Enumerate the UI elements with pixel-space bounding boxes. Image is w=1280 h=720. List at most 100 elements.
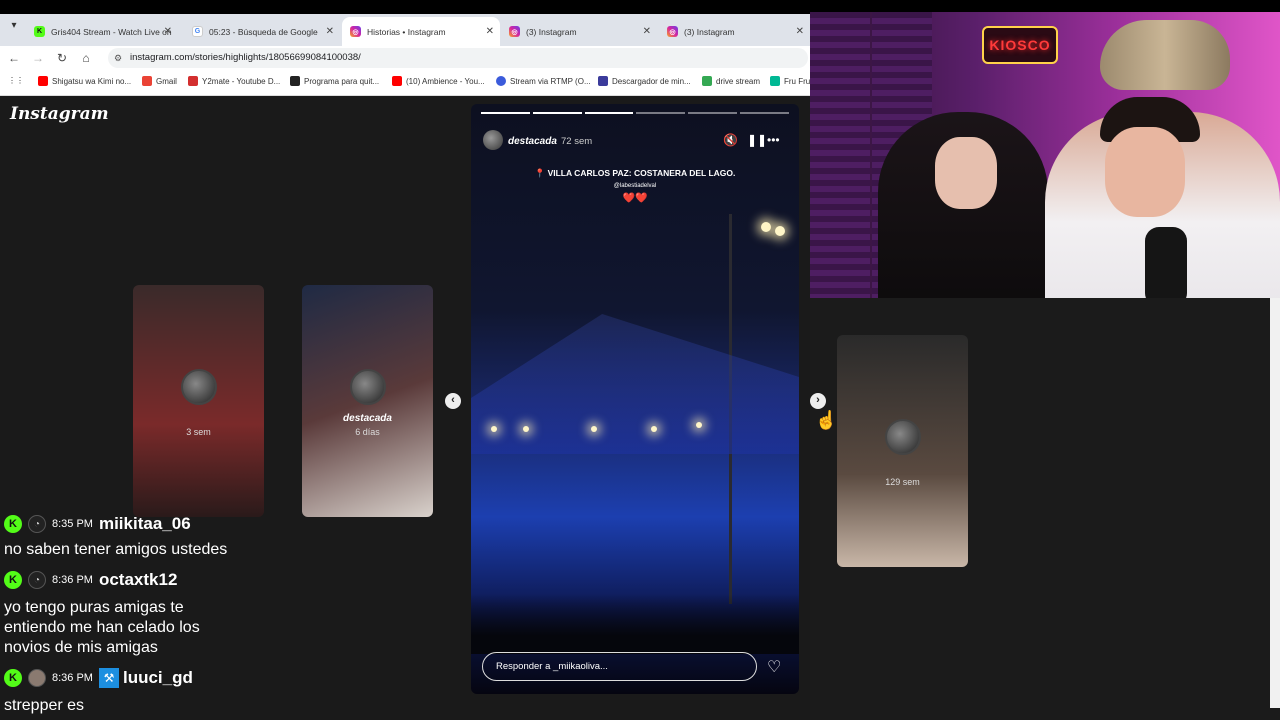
instagram-logo[interactable]: Instagram — [10, 104, 109, 124]
bookmark-shigatsu[interactable]: Shigatsu wa Kimi no... — [38, 76, 131, 86]
pause-icon[interactable]: ❚❚ — [747, 133, 767, 147]
tab-title: (3) Instagram — [526, 26, 577, 37]
more-options-icon[interactable]: ••• — [767, 133, 780, 147]
kick-icon: K — [34, 26, 45, 37]
avatar — [180, 369, 217, 405]
tab-title: Gris404 Stream - Watch Live on — [51, 26, 172, 37]
next-story-button[interactable]: › — [810, 393, 826, 409]
bookmark-gmail[interactable]: Gmail — [142, 76, 177, 86]
story-viewer[interactable]: destacada 72 sem 🔇 ❚❚ ••• 📍 VILLA CARLOS… — [471, 104, 799, 694]
close-icon[interactable]: ✕ — [796, 26, 804, 37]
hearts-sticker: ❤️❤️ — [622, 193, 648, 204]
user-icon: ◔ — [28, 515, 46, 533]
story-username[interactable]: destacada — [508, 136, 557, 147]
bookmark-y2mate[interactable]: Y2mate - Youtube D... — [188, 76, 280, 86]
chat-time: 8:36 PM — [52, 672, 93, 684]
chat-username[interactable]: octaxtk12 — [99, 570, 177, 590]
chat-username[interactable]: miikitaa_06 — [99, 514, 191, 534]
prev-story-button[interactable]: ‹ — [445, 393, 461, 409]
crowd — [471, 594, 799, 654]
tab-title: (3) Instagram — [684, 26, 735, 37]
download-icon — [598, 76, 608, 86]
story-time: 3 sem — [186, 427, 211, 437]
instagram-icon: ◎ — [667, 26, 678, 37]
lamp — [775, 226, 785, 236]
close-icon[interactable]: ✕ — [326, 26, 334, 37]
like-heart-icon[interactable]: ♡ — [767, 657, 781, 677]
neon-sign: KIOSCO — [982, 26, 1058, 64]
location-sticker[interactable]: 📍 VILLA CARLOS PAZ: COSTANERA DEL LAGO. — [471, 168, 799, 179]
side-story-prev-1[interactable]: destacada 6 días — [302, 285, 433, 517]
mute-icon[interactable]: 🔇 — [723, 133, 738, 147]
close-icon[interactable]: ✕ — [486, 26, 494, 37]
story-progress — [481, 112, 789, 114]
chat-text: no saben tener amigos ustedes — [4, 541, 228, 558]
tab-instagram-1[interactable]: ◎ (3) Instagram ✕ — [501, 17, 657, 46]
instagram-icon: ◎ — [350, 26, 361, 37]
story-username: destacada — [343, 413, 392, 424]
bookmark-ambience[interactable]: (10) Ambience - You... — [392, 76, 485, 86]
close-icon[interactable]: ✕ — [164, 26, 172, 37]
acoustic-panel — [810, 12, 870, 298]
pickaxe-badge-icon: ⚒ — [98, 668, 119, 688]
webcam-overlay: KIOSCO — [810, 12, 1280, 298]
tab-kick-stream[interactable]: K Gris404 Stream - Watch Live on ✕ — [26, 17, 178, 46]
youtube-icon — [392, 76, 402, 86]
close-icon[interactable]: ✕ — [643, 26, 651, 37]
story-time: 72 sem — [561, 136, 593, 147]
bookmark-drive[interactable]: drive stream — [702, 76, 760, 86]
story-time: 129 sem — [885, 477, 920, 487]
page-right-area: 129 sem — [810, 298, 1280, 720]
lamp — [651, 426, 657, 432]
gmail-icon — [142, 76, 152, 86]
tab-title: 05:23 - Búsqueda de Google — [209, 26, 318, 37]
tab-title: Historias • Instagram — [367, 26, 446, 37]
reply-input[interactable]: Responder a _miikaoliva... — [482, 652, 757, 681]
back-icon[interactable]: ← — [6, 50, 22, 66]
youtube-icon — [38, 76, 48, 86]
site-info-icon[interactable]: ⚙ — [114, 48, 122, 68]
chat-message-header: K ◔ 8:35 PM miikitaa_06 — [4, 514, 191, 534]
chat-text: yo tengo puras amigas te entiendo me han… — [4, 599, 200, 656]
rtmp-icon — [496, 76, 506, 86]
hand-cursor-icon: ☝ — [815, 410, 838, 430]
avatar — [28, 669, 46, 687]
instagram-icon: ◎ — [509, 26, 520, 37]
face — [1105, 127, 1185, 217]
address-bar: ← → ↻ ⌂ ⚙ instagram.com/stories/highligh… — [0, 46, 810, 70]
bookmark-programa[interactable]: Programa para quit... — [290, 76, 379, 86]
program-icon — [290, 76, 300, 86]
reload-icon[interactable]: ↻ — [54, 50, 70, 66]
google-icon: G — [192, 26, 203, 37]
apps-icon[interactable]: ⋮⋮ — [8, 76, 24, 85]
scrollbar[interactable] — [1270, 298, 1280, 708]
bookmark-frufru[interactable]: Fru Fru — [770, 76, 810, 86]
tab-historias-instagram[interactable]: ◎ Historias • Instagram ✕ — [342, 17, 500, 46]
forward-icon[interactable]: → — [30, 50, 46, 66]
microphone — [1145, 227, 1187, 298]
bookmark-descargador[interactable]: Descargador de min... — [598, 76, 691, 86]
chat-message-header: K ◔ 8:36 PM octaxtk12 — [4, 570, 177, 590]
lamp — [523, 426, 529, 432]
avatar — [349, 369, 386, 405]
chat-text: strepper es — [4, 697, 85, 714]
url-field[interactable]: ⚙ instagram.com/stories/highlights/18056… — [108, 48, 808, 68]
location-text: VILLA CARLOS PAZ: COSTANERA DEL LAGO. — [547, 168, 736, 178]
mention-sticker[interactable]: @labestiadelval — [471, 183, 799, 189]
tab-search-icon[interactable]: ▾ — [6, 18, 22, 34]
tab-google-search[interactable]: G 05:23 - Búsqueda de Google ✕ — [184, 17, 340, 46]
frufru-icon — [770, 76, 780, 86]
lamp — [761, 222, 771, 232]
home-icon[interactable]: ⌂ — [78, 50, 94, 66]
side-story-prev-2[interactable]: 3 sem — [133, 285, 264, 517]
avatar[interactable] — [483, 130, 503, 150]
face — [935, 137, 997, 209]
side-story-next[interactable]: 129 sem — [837, 335, 968, 567]
kick-badge-icon: K — [4, 571, 22, 589]
chat-username[interactable]: luuci_gd — [123, 668, 193, 688]
tab-instagram-2[interactable]: ◎ (3) Instagram ✕ — [659, 17, 810, 46]
bookmark-rtmp[interactable]: Stream via RTMP (O... — [496, 76, 591, 86]
lamp — [696, 422, 702, 428]
lamp — [591, 426, 597, 432]
kick-badge-icon: K — [4, 669, 22, 687]
